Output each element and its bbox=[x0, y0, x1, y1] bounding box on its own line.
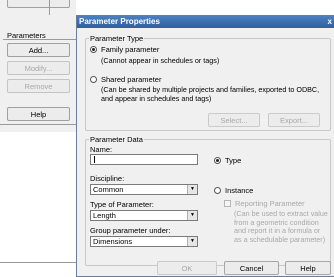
reporting-parameter-note: (Can be used to extract value from a geo… bbox=[234, 209, 328, 244]
type-of-parameter-label: Type of Parameter: bbox=[90, 200, 154, 209]
type-of-parameter-select[interactable]: Length ▼ bbox=[90, 210, 198, 221]
dialog-title: Parameter Properties bbox=[79, 17, 160, 26]
shared-parameter-note: (Can be shared by multiple projects and … bbox=[101, 85, 320, 103]
parameter-type-group: Parameter Type Family parameter (Cannot … bbox=[85, 34, 331, 131]
family-parameter-label[interactable]: Family parameter bbox=[101, 45, 159, 54]
shared-parameter-label[interactable]: Shared parameter bbox=[101, 75, 161, 84]
group-parameter-under-select[interactable]: Dimensions ▼ bbox=[90, 236, 198, 247]
shared-parameter-radio[interactable] bbox=[90, 76, 97, 83]
background-parameters-panel: Parameters Add... Modify... Remove Help bbox=[0, 0, 76, 132]
name-label: Name: bbox=[90, 145, 113, 154]
export-button[interactable]: Export... bbox=[268, 113, 320, 127]
dialog-titlebar[interactable]: Parameter Properties x bbox=[77, 16, 334, 28]
discipline-label: Discipline: bbox=[90, 174, 125, 183]
background-bottom-line bbox=[0, 262, 76, 263]
chevron-down-icon[interactable]: ▼ bbox=[187, 237, 197, 246]
background-remove-button[interactable]: Remove bbox=[7, 79, 70, 93]
instance-radio[interactable] bbox=[214, 187, 221, 194]
cancel-button[interactable]: Cancel bbox=[224, 261, 279, 275]
text-cursor bbox=[94, 156, 95, 163]
family-parameter-note: (Cannot appear in schedules or tags) bbox=[101, 56, 220, 65]
instance-label[interactable]: Instance bbox=[225, 186, 253, 195]
help-button[interactable]: Help bbox=[285, 261, 331, 275]
reporting-parameter-checkbox[interactable] bbox=[224, 200, 231, 207]
parameter-type-legend: Parameter Type bbox=[89, 34, 145, 43]
family-parameter-radio[interactable] bbox=[90, 46, 97, 53]
name-input[interactable] bbox=[90, 154, 198, 165]
parameter-properties-dialog: Parameter Properties x Parameter Type Fa… bbox=[76, 15, 334, 277]
type-radio[interactable] bbox=[214, 157, 221, 164]
parameter-data-group: Parameter Data Name: Discipline: Common … bbox=[85, 135, 331, 266]
background-add-button[interactable]: Add... bbox=[7, 43, 70, 57]
background-divider bbox=[0, 124, 76, 125]
chevron-down-icon[interactable]: ▼ bbox=[187, 185, 197, 194]
select-button[interactable]: Select... bbox=[208, 113, 260, 127]
background-help-button[interactable]: Help bbox=[7, 107, 70, 121]
parameter-data-legend: Parameter Data bbox=[89, 135, 144, 144]
background-edge-line bbox=[49, 0, 50, 15]
type-label[interactable]: Type bbox=[225, 156, 241, 165]
background-top-button[interactable] bbox=[7, 0, 70, 8]
reporting-parameter-label[interactable]: Reporting Parameter bbox=[235, 199, 305, 208]
ok-button[interactable]: OK bbox=[157, 261, 217, 275]
background-group-line bbox=[3, 39, 76, 40]
close-icon[interactable]: x bbox=[328, 16, 332, 28]
group-parameter-under-label: Group parameter under: bbox=[90, 226, 171, 235]
discipline-select[interactable]: Common ▼ bbox=[90, 184, 198, 195]
chevron-down-icon[interactable]: ▼ bbox=[187, 211, 197, 220]
background-modify-button[interactable]: Modify... bbox=[7, 61, 70, 75]
